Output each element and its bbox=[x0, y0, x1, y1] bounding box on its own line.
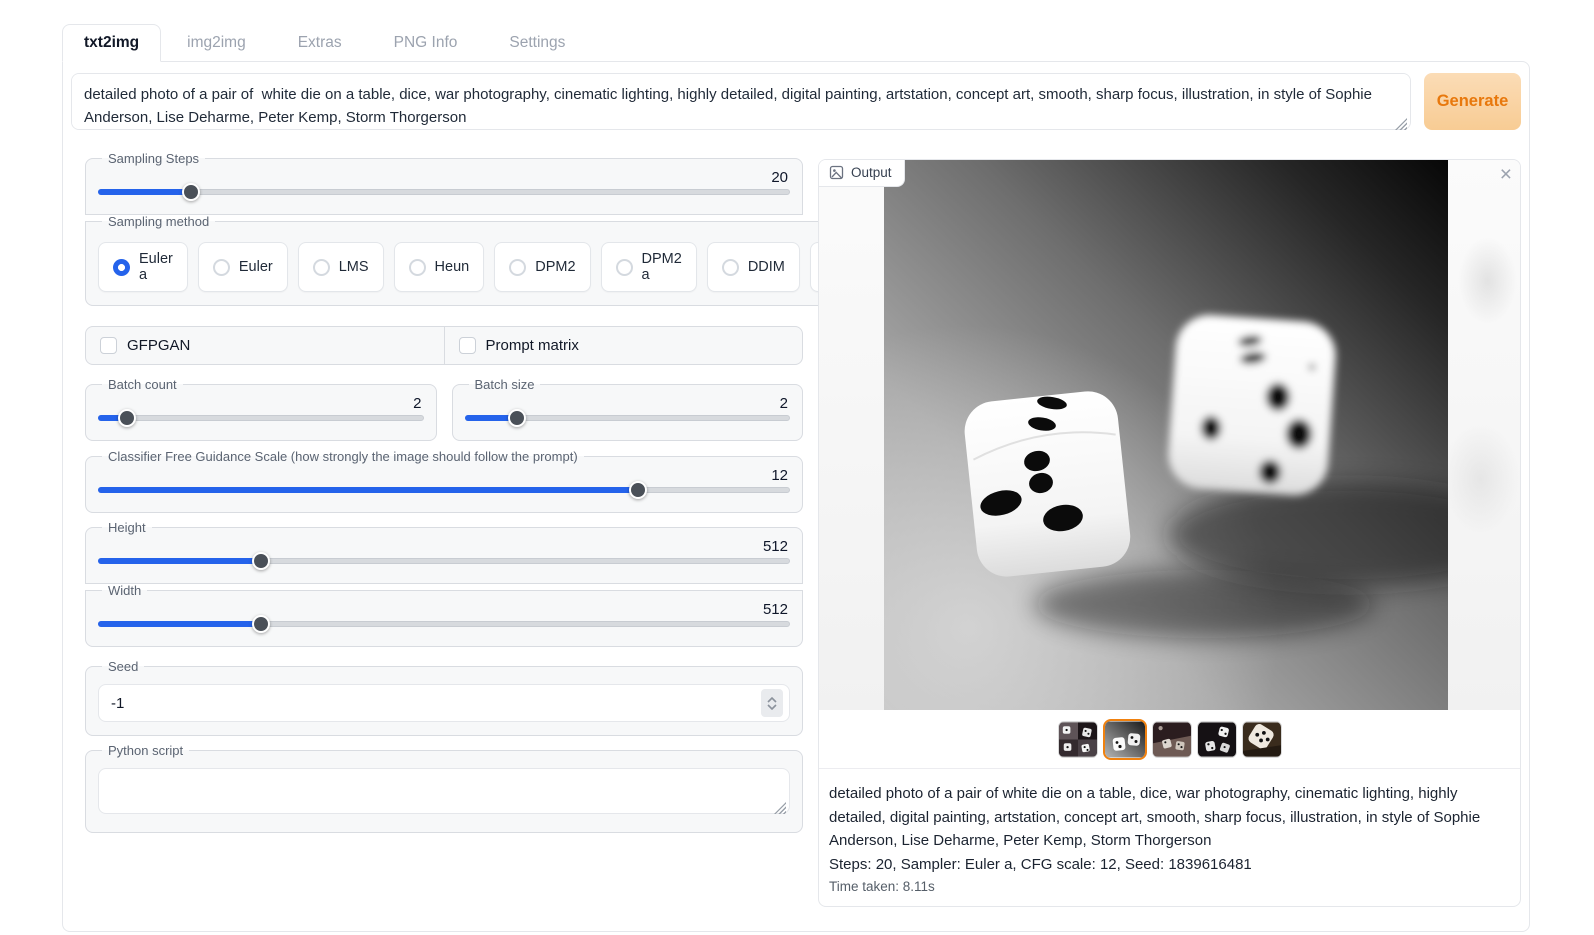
cfg-scale-group: Classifier Free Guidance Scale (how stro… bbox=[85, 449, 803, 513]
tab-extras[interactable]: Extras bbox=[272, 25, 368, 61]
radio-icon[interactable] bbox=[409, 259, 426, 276]
slider-thumb[interactable] bbox=[629, 481, 647, 499]
output-panel: Output × bbox=[818, 159, 1521, 907]
output-thumbnail[interactable] bbox=[1058, 721, 1098, 758]
sampling-method-option[interactable]: Euler a bbox=[98, 242, 188, 292]
sampling-method-option[interactable]: LMS bbox=[298, 242, 384, 292]
gfpgan-option[interactable]: GFPGAN bbox=[86, 327, 444, 364]
output-chip: Output bbox=[819, 160, 905, 187]
sampling-method-option-label: Euler a bbox=[139, 251, 173, 283]
slider-thumb[interactable] bbox=[252, 615, 270, 633]
tabbar: txt2img img2img Extras PNG Info Settings bbox=[62, 22, 1530, 61]
tab-settings[interactable]: Settings bbox=[483, 25, 591, 61]
sampling-method-option-label: DDIM bbox=[748, 259, 785, 275]
settings-column: Sampling Steps 20 Sampling method Euler … bbox=[71, 151, 803, 907]
sampling-method-option[interactable]: DPM2 a bbox=[601, 242, 697, 292]
main-panel: detailed photo of a pair of white die on… bbox=[62, 61, 1530, 932]
sampling-method-option-label: DPM2 a bbox=[642, 251, 682, 283]
sampling-steps-label: Sampling Steps bbox=[102, 151, 205, 166]
generate-button[interactable]: Generate bbox=[1424, 73, 1521, 130]
tab-png-info[interactable]: PNG Info bbox=[368, 25, 484, 61]
sampling-method-group: Sampling method Euler a Euler LMS Heun DPM2 D… bbox=[85, 214, 918, 306]
generation-info: detailed photo of a pair of white die on… bbox=[819, 768, 1520, 906]
image-stage bbox=[819, 160, 1520, 710]
slider-thumb[interactable] bbox=[182, 183, 200, 201]
slider-thumb[interactable] bbox=[508, 409, 526, 427]
python-script-label: Python script bbox=[102, 743, 189, 758]
batch-size-label: Batch size bbox=[469, 377, 541, 392]
caption-prompt: detailed photo of a pair of white die on… bbox=[829, 782, 1510, 853]
height-group: Height 512 bbox=[85, 520, 803, 584]
prompt-row: detailed photo of a pair of white die on… bbox=[71, 73, 1521, 135]
sampling-method-option[interactable]: DDIM bbox=[707, 242, 800, 292]
radio-selected-icon[interactable] bbox=[113, 259, 130, 276]
width-label: Width bbox=[102, 583, 147, 598]
sampling-method-option-label: DPM2 bbox=[535, 259, 575, 275]
height-slider[interactable] bbox=[98, 552, 790, 570]
stage-left-padding bbox=[819, 160, 884, 710]
seed-group: Seed bbox=[85, 659, 803, 736]
prompt-input[interactable]: detailed photo of a pair of white die on… bbox=[71, 73, 1411, 130]
checkbox-group: GFPGAN Prompt matrix bbox=[85, 326, 803, 365]
stage-right-padding bbox=[1448, 160, 1520, 710]
prompt-matrix-label: Prompt matrix bbox=[486, 337, 579, 354]
cfg-scale-label: Classifier Free Guidance Scale (how stro… bbox=[102, 449, 584, 464]
width-group: Width 512 bbox=[85, 583, 803, 647]
sampling-method-options: Euler aEulerLMSHeunDPM2DPM2 aDDIMPLMS bbox=[98, 242, 905, 292]
prompt-matrix-option[interactable]: Prompt matrix bbox=[444, 327, 803, 364]
sampling-method-option-label: LMS bbox=[339, 259, 369, 275]
output-thumbnail[interactable] bbox=[1197, 721, 1237, 758]
sampling-method-option[interactable]: DPM2 bbox=[494, 242, 590, 292]
slider-thumb[interactable] bbox=[252, 552, 270, 570]
gfpgan-label: GFPGAN bbox=[127, 337, 190, 354]
slider-thumb[interactable] bbox=[118, 409, 136, 427]
output-thumbnail-selected[interactable] bbox=[1103, 719, 1147, 760]
sampling-method-option-label: Euler bbox=[239, 259, 273, 275]
sampling-method-option[interactable]: Euler bbox=[198, 242, 288, 292]
radio-icon[interactable] bbox=[722, 259, 739, 276]
app-root: txt2img img2img Extras PNG Info Settings… bbox=[62, 22, 1530, 932]
gfpgan-checkbox[interactable] bbox=[100, 337, 117, 354]
radio-icon[interactable] bbox=[213, 259, 230, 276]
sampling-method-option[interactable]: Heun bbox=[394, 242, 485, 292]
caption-params: Steps: 20, Sampler: Euler a, CFG scale: … bbox=[829, 853, 1510, 877]
cfg-scale-slider[interactable] bbox=[98, 481, 790, 499]
caption-time: Time taken: 8.11s bbox=[829, 879, 1510, 894]
thumbnail-gallery bbox=[819, 710, 1520, 768]
seed-input[interactable] bbox=[98, 684, 790, 722]
close-icon[interactable]: × bbox=[1500, 164, 1512, 185]
output-thumbnail[interactable] bbox=[1152, 721, 1192, 758]
sampling-steps-group: Sampling Steps 20 bbox=[85, 151, 803, 215]
width-slider[interactable] bbox=[98, 615, 790, 633]
radio-icon[interactable] bbox=[616, 259, 633, 276]
prompt-matrix-checkbox[interactable] bbox=[459, 337, 476, 354]
batch-count-slider[interactable] bbox=[98, 409, 424, 427]
radio-icon[interactable] bbox=[509, 259, 526, 276]
tab-img2img[interactable]: img2img bbox=[161, 25, 272, 61]
output-column: Output × bbox=[818, 151, 1521, 907]
seed-stepper[interactable] bbox=[761, 689, 783, 717]
batch-count-group: Batch count 2 bbox=[85, 377, 437, 441]
height-label: Height bbox=[102, 520, 152, 535]
output-label: Output bbox=[851, 165, 892, 180]
tab-txt2img[interactable]: txt2img bbox=[62, 24, 161, 62]
python-script-group: Python script bbox=[85, 743, 803, 833]
batch-size-slider[interactable] bbox=[465, 409, 791, 427]
radio-icon[interactable] bbox=[313, 259, 330, 276]
seed-label: Seed bbox=[102, 659, 144, 674]
sampling-method-label: Sampling method bbox=[102, 214, 215, 229]
generated-image[interactable] bbox=[884, 160, 1448, 710]
batch-size-group: Batch size 2 bbox=[452, 377, 804, 441]
output-thumbnail[interactable] bbox=[1242, 721, 1282, 758]
sampling-steps-slider[interactable] bbox=[98, 183, 790, 201]
python-script-input[interactable] bbox=[98, 768, 790, 814]
batch-count-label: Batch count bbox=[102, 377, 183, 392]
image-icon bbox=[829, 165, 844, 180]
sampling-method-option-label: Heun bbox=[435, 259, 470, 275]
